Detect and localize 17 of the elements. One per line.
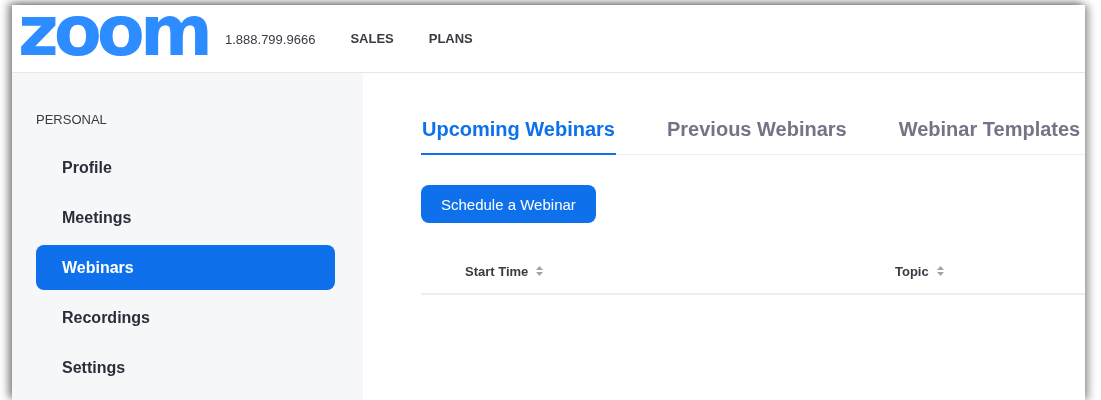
column-header[interactable]: Topic [895,263,929,279]
nav-link[interactable]: SALES [350,31,394,46]
sort-icon[interactable] [936,266,944,276]
column-header[interactable]: Start Time [465,263,529,279]
tab[interactable]: Upcoming Webinars [421,110,616,155]
tab[interactable]: Webinar Templates [897,110,1082,155]
sort-icon[interactable] [536,266,544,276]
sidebar-item[interactable]: Settings [36,345,335,390]
phone-number: 1.888.799.9666 [225,32,316,47]
schedule-webinar-button[interactable]: Schedule a Webinar [421,185,596,223]
section-heading: PERSONAL [36,112,108,127]
tab[interactable]: Previous Webinars [666,110,848,155]
nav-link[interactable]: PLANS [428,31,473,46]
sidebar-item[interactable]: Meetings [36,195,335,240]
sidebar-item[interactable]: Recordings [36,295,335,340]
sidebar-item[interactable]: Webinars [36,245,335,290]
sidebar-item[interactable]: Profile [36,145,335,190]
